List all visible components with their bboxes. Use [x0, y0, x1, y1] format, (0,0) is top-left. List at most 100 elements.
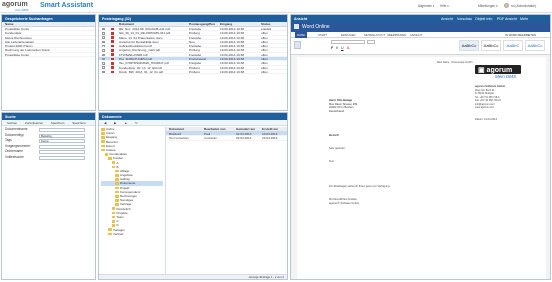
doc-company-name: agorum Software GmbH: [475, 85, 505, 88]
forward-icon[interactable]: ▶: [112, 120, 118, 125]
search-field-input[interactable]: Keine: [39, 139, 85, 144]
folder-icon: [115, 178, 119, 181]
folder-icon: [111, 207, 115, 211]
cell-box: Prüfung: [189, 69, 200, 74]
row-checkbox[interactable]: [102, 36, 105, 39]
row-checkbox[interactable]: [102, 44, 105, 48]
row-checkbox[interactable]: [102, 32, 105, 35]
pdf-icon: [111, 44, 114, 48]
style-preset[interactable]: AaBbCc: [481, 40, 501, 51]
tree-folder[interactable]: Vertrieb: [101, 232, 163, 236]
bold-icon[interactable]: F: [331, 46, 333, 50]
cell-editor: roi Admin: [204, 136, 217, 141]
agorum-letter-logo: ▣ agorum Mein DMS: [475, 65, 535, 81]
style-preset[interactable]: AaBbC: [503, 40, 523, 51]
inbox-panel: Posteingang (32) Dokument Postausgang/Bo…: [98, 14, 288, 111]
underline-icon[interactable]: U: [341, 46, 344, 50]
pdf-icon: [111, 66, 114, 69]
folder-icon: [115, 169, 119, 173]
up-icon[interactable]: ▲: [122, 120, 129, 125]
doc-recipient: Herrn Otto Belage Max Raum Strasse 299 220…: [329, 99, 357, 113]
search-field-label: Volltextsuche: [5, 154, 24, 159]
doc-datum: Datum: 14.04.2014: [475, 118, 498, 121]
row-checkbox[interactable]: [102, 27, 105, 31]
preview-header: Ansicht Ansicht Vorschau Objekt Info PDF…: [291, 15, 550, 22]
preview-title: Ansicht: [294, 16, 308, 21]
doc-company-lines: Weg zum Buch 21 D-70199 Stuttgart Tel. +49…: [475, 89, 501, 109]
row-checkbox[interactable]: [102, 70, 105, 74]
folder-icon: [115, 190, 119, 194]
document-rows: Briefkopf Paul 02.04.2014 23.04.2014 Text ve…: [166, 132, 287, 141]
folder-icon: [108, 228, 112, 231]
search-field-label: Dokumentname: [5, 127, 28, 131]
cell-changed: 02.04.2014: [236, 136, 252, 141]
menu-mitteilungen[interactable]: Mitteilungen ▾: [478, 4, 498, 8]
paste-icon[interactable]: [294, 41, 301, 49]
search-field-label: Vorgangsnummer: [5, 143, 31, 148]
folder-icon: [101, 136, 105, 139]
app-grid-icon[interactable]: [294, 24, 299, 29]
row-checkbox[interactable]: [102, 62, 105, 65]
doc-body: Text: [329, 160, 334, 163]
search-field-input[interactable]: Beliebig: [39, 133, 85, 138]
documents-status: Anzeige Einträge 1 - 2 von 2: [99, 274, 287, 279]
folder-icon: [101, 127, 105, 131]
action-vorschau[interactable]: Vorschau: [457, 17, 472, 21]
logo-text: agorum: [2, 1, 28, 8]
folder-icon: [111, 211, 115, 215]
user-avatar[interactable]: [504, 3, 509, 8]
preview-panel: Ansicht Ansicht Vorschau Objekt Info PDF…: [290, 14, 551, 280]
style-preset[interactable]: AaBbCc: [525, 40, 545, 51]
refresh-icon[interactable]: ↻: [133, 120, 140, 125]
agorum-logo: agorum core DMS: [2, 1, 34, 12]
row-checkbox[interactable]: [102, 53, 105, 57]
folder-icon: [115, 186, 119, 190]
search-field-input[interactable]: [39, 155, 85, 160]
search-field-input[interactable]: [39, 150, 85, 155]
document-row[interactable]: Text versetzen roi Admin 02.04.2014 23.04.2…: [166, 136, 287, 141]
logo-subtext: core DMS: [15, 8, 29, 12]
action-pdf[interactable]: PDF Ansicht: [497, 17, 517, 21]
action-mehr[interactable]: Mehr: [520, 17, 528, 21]
font-color-icon[interactable]: A: [347, 46, 349, 50]
documents-toolbar: ◀ ▶ ▲ ↻: [99, 120, 287, 126]
row-checkbox[interactable]: [102, 49, 105, 52]
top-bar: agorum core DMS Smart Assistant Allgemei…: [0, 0, 552, 13]
documents-panel: Dokumente ◀ ▶ ▲ ↻ Archiv Import Eingang Ben…: [98, 112, 288, 280]
documents-title: Dokumente: [99, 113, 287, 120]
folder-icon: [101, 148, 105, 152]
folder-icon: [101, 132, 105, 135]
menu-hilfe[interactable]: Hilfe ▾: [440, 4, 449, 8]
user-menu[interactable]: roi (Administrator): [511, 4, 536, 8]
italic-icon[interactable]: K: [336, 46, 338, 50]
document-page[interactable]: Mein Name · Firmenname GmbH ▣ agorum Mei…: [297, 57, 546, 279]
folder-icon: [108, 232, 112, 236]
style-preset[interactable]: AaBbCc: [459, 40, 479, 51]
saved-search-item[interactable]: Projektliste Konto: [2, 53, 95, 58]
folder-icon: [115, 182, 119, 185]
tree-folder-label: Vertrieb: [113, 231, 124, 236]
doc-salutation: Sehr geehrter ,: [329, 147, 347, 150]
pdf-icon: [111, 57, 114, 61]
documents-status-text: Anzeige Einträge 1 - 2 von 2: [248, 275, 284, 279]
cell-created: 23.04.2014: [262, 136, 278, 141]
action-objekt-info[interactable]: Objekt Info: [475, 17, 492, 21]
pdf-icon: [111, 40, 114, 44]
font-size-box[interactable]: [367, 40, 375, 44]
pdf-icon: [111, 49, 114, 52]
table-row[interactable]: Druck_BW_2013_01_12_01.pdf Prüfung 19.09.2…: [99, 69, 287, 75]
row-checkbox[interactable]: [102, 40, 105, 44]
menu-allgemein[interactable]: Allgemein ▾: [418, 4, 434, 8]
row-checkbox[interactable]: [102, 66, 105, 69]
font-name-box[interactable]: [331, 40, 365, 44]
action-ansicht[interactable]: Ansicht: [441, 17, 453, 21]
search-field-input[interactable]: [39, 144, 85, 149]
pdf-icon: [111, 61, 114, 65]
cell-document: Druck_BW_2013_01_12_01.pdf: [119, 69, 164, 74]
back-icon[interactable]: ◀: [102, 120, 108, 125]
folder-icon: [111, 220, 115, 223]
row-checkbox[interactable]: [102, 57, 105, 61]
folder-icon: [104, 153, 108, 156]
search-field-input[interactable]: [39, 128, 85, 132]
saved-searches-list: Projektliste Konto Kundenakte Meine Rechnu…: [2, 27, 95, 58]
